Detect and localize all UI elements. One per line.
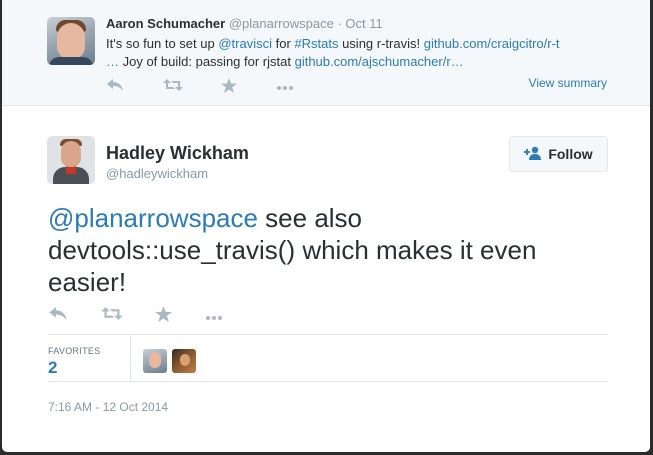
mention-link[interactable]: @travisci [218, 36, 272, 51]
main-author-name[interactable]: Hadley Wickham [106, 143, 249, 164]
parent-header: Aaron Schumacher @planarrowspace · Oct 1… [106, 16, 383, 31]
tweet-card: Aaron Schumacher @planarrowspace · Oct 1… [2, 0, 650, 452]
follow-label: Follow [548, 146, 593, 162]
add-user-icon [524, 146, 542, 163]
main-tweet: Hadley Wickham @hadleywickham Follow @pl… [2, 107, 650, 452]
mention-link[interactable]: @planarrowspace [48, 203, 258, 233]
main-author-handle[interactable]: @hadleywickham [106, 166, 208, 181]
parent-tweet[interactable]: Aaron Schumacher @planarrowspace · Oct 1… [2, 0, 650, 106]
main-tweet-text: @planarrowspace see also devtools::use_t… [48, 202, 608, 298]
favorites-label: FAVORITES [48, 346, 101, 356]
parent-date[interactable]: Oct 11 [345, 16, 382, 31]
more-icon[interactable] [205, 306, 223, 326]
parent-author-name[interactable]: Aaron Schumacher [106, 16, 225, 31]
reply-icon[interactable] [106, 78, 124, 96]
url-link[interactable]: github.com/ajschumacher/r… [295, 54, 464, 69]
parent-author-handle[interactable]: @planarrowspace [229, 16, 334, 31]
parent-avatar[interactable] [47, 17, 95, 65]
star-icon[interactable] [221, 78, 237, 96]
star-icon[interactable] [155, 306, 172, 326]
hashtag-link[interactable]: #Rstats [294, 36, 338, 51]
retweet-icon[interactable] [101, 306, 123, 326]
parent-text-segment: using r-travis! [338, 36, 424, 51]
tweet-timestamp[interactable]: 7:16 AM - 12 Oct 2014 [48, 400, 168, 414]
favoriter-avatar[interactable] [143, 349, 167, 373]
follow-button[interactable]: Follow [509, 136, 608, 172]
main-avatar[interactable] [47, 136, 95, 184]
reply-icon[interactable] [48, 306, 68, 326]
retweet-icon[interactable] [163, 78, 183, 96]
url-link-continuation[interactable]: … [106, 54, 119, 69]
favoriter-avatar[interactable] [172, 349, 196, 373]
view-summary-link[interactable]: View summary [529, 76, 607, 90]
more-icon[interactable] [276, 78, 294, 96]
parent-text-segment: Joy of build: passing for rjstat [119, 54, 295, 69]
url-link[interactable]: github.com/craigcitro/r-t [424, 36, 560, 51]
favorites-count[interactable]: 2 [48, 358, 57, 378]
vertical-divider [130, 334, 131, 381]
divider [48, 381, 608, 382]
parent-separator: · [337, 16, 342, 31]
parent-tweet-text: It's so fun to set up @travisci for #Rst… [106, 35, 626, 71]
divider [48, 334, 608, 335]
parent-text-segment: for [271, 36, 295, 51]
parent-text-segment: It's so fun to set up [106, 36, 219, 51]
